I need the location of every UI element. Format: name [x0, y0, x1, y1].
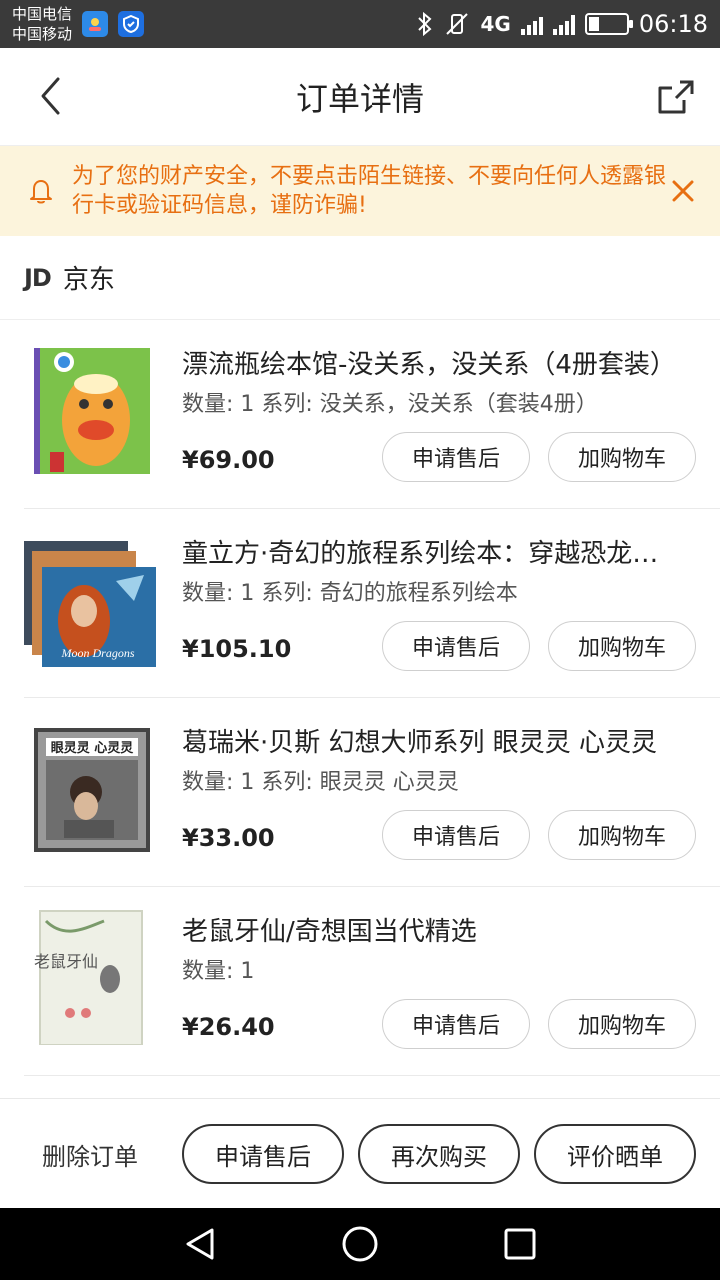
chevron-left-icon [41, 77, 60, 115]
close-icon [672, 180, 694, 202]
shield-icon [118, 11, 145, 37]
bell-icon [30, 180, 52, 204]
order-item[interactable]: 漂流瓶绘本馆-没关系，没关系（4册套装） 数量: 1 系列: 没关系，没关系（套… [0, 320, 720, 509]
after-sale-button[interactable]: 申请售后 [382, 999, 530, 1049]
item-title[interactable]: 童立方·奇幻的旅程系列绘本：穿越恐龙时代 [182, 533, 682, 570]
item-title[interactable]: 葛瑞米·贝斯 幻想大师系列 眼灵灵 心灵灵 [182, 722, 682, 759]
after-sale-button[interactable]: 申请售后 [382, 621, 530, 671]
cover-text-moon-dragons: Moon Dragons [60, 646, 134, 660]
item-spec: 数量: 1 系列: 奇幻的旅程系列绘本 [182, 581, 518, 606]
carrier-info: 中国电信 中国移动 [12, 4, 72, 44]
order-item[interactable]: 眼灵灵 心灵灵 葛瑞米·贝斯 幻想大师系列 眼灵灵 心灵灵 数量: 1 系列: … [0, 698, 720, 887]
nav-home-button[interactable] [338, 1222, 382, 1266]
item-price: ¥105.10 [182, 635, 292, 663]
jd-logo: JD [24, 263, 52, 292]
item-price: ¥26.40 [182, 1013, 275, 1041]
order-item[interactable]: Moon Dragons 童立方·奇幻的旅程系列绘本：穿越恐龙时代 数量: 1 … [0, 509, 720, 698]
after-sale-button[interactable]: 申请售后 [382, 432, 530, 482]
network-type: 4G [480, 12, 511, 36]
carrier-2: 中国移动 [12, 25, 73, 43]
delete-order-button[interactable]: 删除订单 [42, 1137, 138, 1172]
share-icon [658, 80, 694, 114]
signal-icon-2 [552, 13, 575, 35]
product-image-book-2: Moon Dragons [24, 541, 156, 667]
triangle-back-icon [186, 1228, 214, 1260]
review-button[interactable]: 评价晒单 [534, 1124, 696, 1184]
page-title: 订单详情 [295, 79, 424, 118]
vibrate-off-icon [446, 13, 469, 35]
signal-icon [520, 13, 543, 35]
circle-home-icon [342, 1226, 378, 1262]
bluetooth-icon [418, 12, 432, 36]
product-image-book-3: 眼灵灵 心灵灵 [34, 728, 150, 852]
close-warning-button[interactable] [666, 174, 700, 208]
status-time: 06:18 [638, 10, 708, 38]
item-spec: 数量: 1 [182, 959, 255, 984]
square-recents-icon [504, 1228, 536, 1260]
product-image-book-1 [34, 348, 150, 474]
shop-header[interactable]: JD 京东 [0, 236, 720, 320]
divider [24, 1075, 720, 1076]
add-to-cart-button[interactable]: 加购物车 [548, 432, 696, 482]
order-action-bar: 删除订单 申请售后 再次购买 评价晒单 [0, 1098, 720, 1208]
item-title[interactable]: 老鼠牙仙/奇想国当代精选 [182, 911, 682, 948]
shop-name: 京东 [62, 265, 115, 295]
item-spec: 数量: 1 系列: 没关系，没关系（套装4册） [182, 392, 598, 417]
item-price: ¥33.00 [182, 824, 275, 852]
item-title[interactable]: 漂流瓶绘本馆-没关系，没关系（4册套装） [182, 344, 682, 381]
battery-icon [584, 13, 633, 35]
product-image-book-4: 老鼠牙仙 [34, 910, 143, 1045]
add-to-cart-button[interactable]: 加购物车 [548, 999, 696, 1049]
header: 订单详情 [0, 48, 720, 146]
back-button[interactable] [30, 76, 70, 116]
item-spec: 数量: 1 系列: 眼灵灵 心灵灵 [182, 770, 459, 795]
after-sale-button[interactable]: 申请售后 [382, 810, 530, 860]
warning-text: 为了您的财产安全，不要点击陌生链接、不要向任何人透露银行卡或验证码信息，谨防诈骗… [72, 164, 667, 218]
order-item[interactable]: 老鼠牙仙 老鼠牙仙/奇想国当代精选 数量: 1 ¥26.40 申请售后 加购物车 [0, 887, 720, 1076]
add-to-cart-button[interactable]: 加购物车 [548, 621, 696, 671]
share-button[interactable] [654, 74, 698, 118]
cover-text-eye: 眼灵灵 心灵灵 [51, 741, 135, 756]
security-warning-banner: 为了您的财产安全，不要点击陌生链接、不要向任何人透露银行卡或验证码信息，谨防诈骗… [0, 146, 720, 236]
system-navigation-bar [0, 1208, 720, 1280]
status-bar: 中国电信 中国移动 4G 06:18 [0, 0, 720, 48]
carrier-1: 中国电信 [12, 5, 73, 23]
item-price: ¥69.00 [182, 446, 275, 474]
add-to-cart-button[interactable]: 加购物车 [548, 810, 696, 860]
nav-back-button[interactable] [178, 1222, 222, 1266]
app-notification-icon [82, 11, 109, 37]
buy-again-button[interactable]: 再次购买 [358, 1124, 520, 1184]
cover-text-mouse: 老鼠牙仙 [34, 952, 98, 971]
apply-after-sale-button[interactable]: 申请售后 [182, 1124, 344, 1184]
nav-recents-button[interactable] [498, 1222, 542, 1266]
